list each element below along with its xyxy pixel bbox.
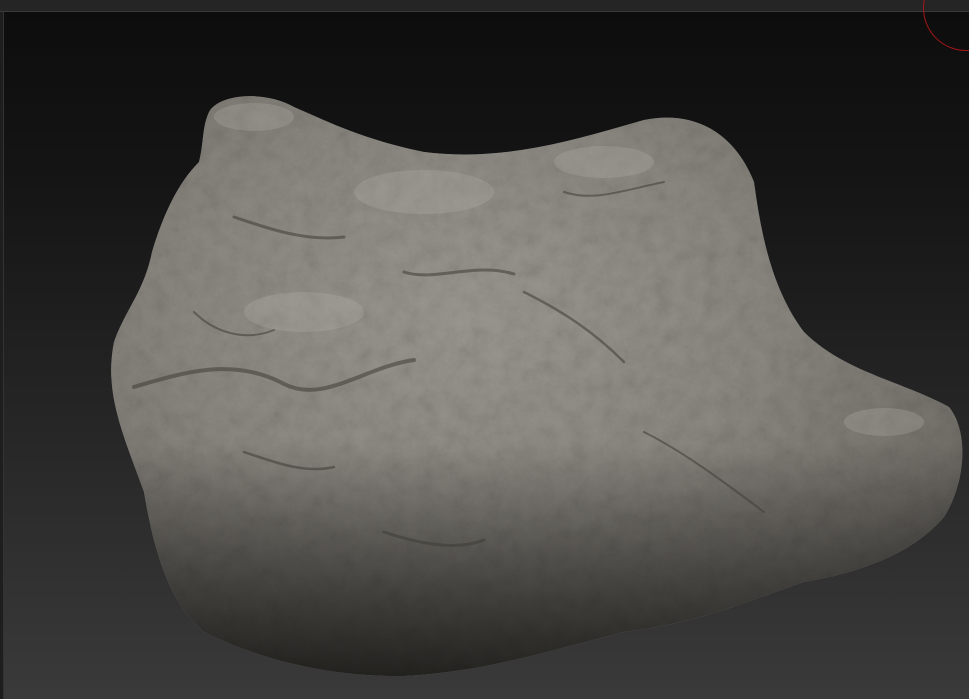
3d-viewport[interactable] [4, 12, 969, 699]
rock-shadow [111, 96, 963, 677]
rock-mesh[interactable] [4, 12, 969, 699]
top-menu-strip [0, 0, 969, 12]
app-window [0, 0, 969, 699]
